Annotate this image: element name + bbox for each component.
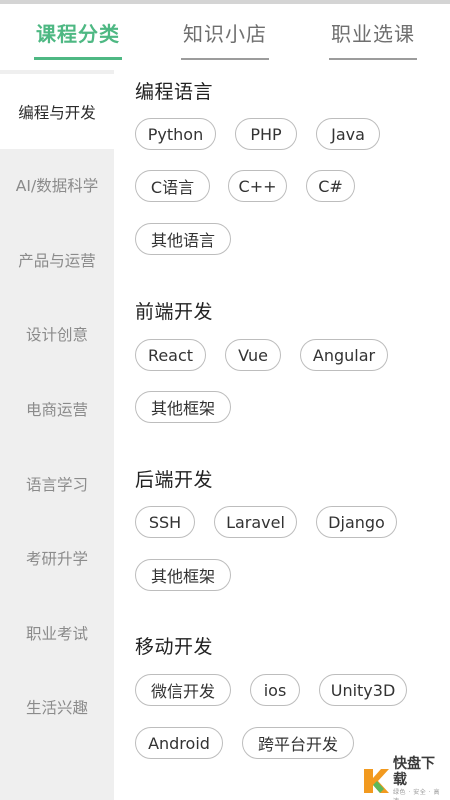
sidebar-item-label: 产品与运营 bbox=[18, 251, 96, 270]
tab-knowledge-shop[interactable]: 知识小店 bbox=[181, 18, 269, 60]
sidebar-item-lifestyle[interactable]: 生活兴趣 bbox=[0, 669, 114, 744]
watermark-sub-text: 绿色 · 安全 · 高速 bbox=[393, 789, 440, 800]
sidebar-item-ai-data[interactable]: AI/数据科学 bbox=[0, 147, 114, 222]
section-title-backend: 后端开发 bbox=[135, 469, 214, 491]
watermark-main-text: 快盘下载 bbox=[393, 756, 435, 788]
tab-career-courses[interactable]: 职业选课 bbox=[329, 18, 417, 60]
sidebar-item-label: 电商运营 bbox=[25, 400, 88, 419]
subcategory-panel: 编程语言 Python PHP Java C语言 C++ C# 其他语言 前端开… bbox=[114, 70, 450, 800]
category-sidebar: 编程与开发 AI/数据科学 产品与运营 设计创意 电商运营 语言学习 考研升学 … bbox=[0, 70, 114, 800]
tag-csharp[interactable]: C# bbox=[306, 170, 355, 202]
tag-react[interactable]: React bbox=[135, 339, 206, 371]
section-title-mobile: 移动开发 bbox=[135, 636, 214, 658]
section-title-programming-languages: 编程语言 bbox=[135, 81, 214, 103]
section-title-frontend: 前端开发 bbox=[135, 301, 214, 323]
sidebar-item-programming[interactable]: 编程与开发 bbox=[0, 74, 114, 149]
sidebar-item-design[interactable]: 设计创意 bbox=[0, 296, 114, 371]
tag-java[interactable]: Java bbox=[316, 118, 380, 150]
tab-underline bbox=[34, 57, 122, 60]
tab-label: 职业选课 bbox=[331, 22, 415, 46]
sidebar-item-label: 编程与开发 bbox=[18, 103, 96, 122]
sidebar-item-label: 设计创意 bbox=[25, 325, 88, 344]
tag-php[interactable]: PHP bbox=[235, 118, 297, 150]
tag-other-frameworks-backend[interactable]: 其他框架 bbox=[135, 559, 231, 591]
sidebar-item-label: 语言学习 bbox=[25, 475, 88, 494]
sidebar-item-ecommerce[interactable]: 电商运营 bbox=[0, 371, 114, 446]
tag-c-language[interactable]: C语言 bbox=[135, 170, 210, 202]
tag-vue[interactable]: Vue bbox=[225, 339, 281, 371]
sidebar-item-postgrad[interactable]: 考研升学 bbox=[0, 520, 114, 595]
tag-other-languages[interactable]: 其他语言 bbox=[135, 223, 231, 255]
tag-ios[interactable]: ios bbox=[250, 674, 300, 706]
sidebar-item-label: 职业考试 bbox=[25, 624, 88, 643]
top-tab-bar: 课程分类 知识小店 职业选课 bbox=[0, 4, 450, 70]
watermark-logo: 快盘下载 绿色 · 安全 · 高速 bbox=[360, 756, 442, 800]
sidebar-item-label: 生活兴趣 bbox=[25, 698, 88, 717]
tab-underline bbox=[329, 58, 417, 60]
tag-ssh[interactable]: SSH bbox=[135, 506, 195, 538]
sidebar-item-label: 考研升学 bbox=[25, 549, 88, 568]
tag-angular[interactable]: Angular bbox=[300, 339, 388, 371]
tab-label: 知识小店 bbox=[183, 22, 267, 46]
tag-cross-platform[interactable]: 跨平台开发 bbox=[242, 727, 354, 759]
tag-cpp[interactable]: C++ bbox=[228, 170, 287, 202]
tag-unity3d[interactable]: Unity3D bbox=[319, 674, 407, 706]
tag-laravel[interactable]: Laravel bbox=[214, 506, 297, 538]
sidebar-item-product-ops[interactable]: 产品与运营 bbox=[0, 222, 114, 297]
tag-other-frameworks-frontend[interactable]: 其他框架 bbox=[135, 391, 231, 423]
tag-android[interactable]: Android bbox=[135, 727, 223, 759]
tab-label: 课程分类 bbox=[36, 22, 120, 46]
sidebar-item-language[interactable]: 语言学习 bbox=[0, 446, 114, 521]
sidebar-item-label: AI/数据科学 bbox=[15, 176, 99, 195]
tab-underline bbox=[181, 58, 269, 60]
tab-course-category[interactable]: 课程分类 bbox=[34, 18, 122, 60]
download-site-logo-icon bbox=[360, 766, 390, 796]
tag-wechat-dev[interactable]: 微信开发 bbox=[135, 674, 231, 706]
sidebar-item-career-exam[interactable]: 职业考试 bbox=[0, 595, 114, 670]
tag-python[interactable]: Python bbox=[135, 118, 216, 150]
tag-django[interactable]: Django bbox=[316, 506, 397, 538]
